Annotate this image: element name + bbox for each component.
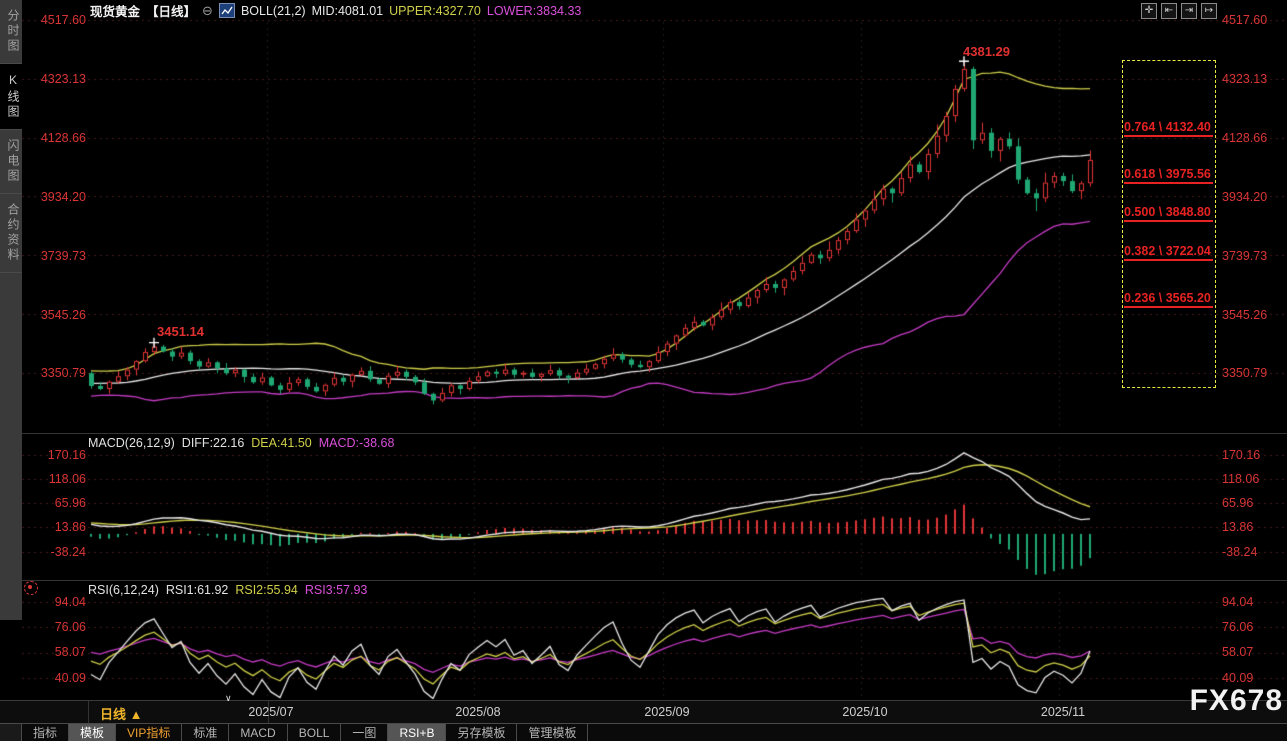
macd-axis-label: 65.96	[1222, 496, 1253, 510]
tab-manage-template[interactable]: 管理模板	[517, 724, 588, 741]
tab-rsi-b[interactable]: RSI+B	[388, 724, 446, 741]
price-axis-label: 3739.73	[1222, 249, 1267, 263]
tab-indicators[interactable]: 指标	[22, 724, 69, 741]
rsi3-value: RSI3:57.93	[305, 583, 368, 597]
macd-axis-label: -38.24	[26, 545, 86, 559]
macd-axis-label: 118.06	[26, 472, 86, 486]
rsi-title: RSI(6,12,24)	[88, 583, 159, 597]
price-axis-label: 3350.79	[26, 366, 86, 380]
rsi-axis-label: 76.06	[1222, 620, 1253, 634]
price-axis-label: 4323.13	[1222, 72, 1267, 86]
tab-macd[interactable]: MACD	[229, 724, 287, 741]
price-axis-label: 3739.73	[26, 249, 86, 263]
rsi-axis-label: 40.09	[26, 671, 86, 685]
date-label: 2025/08	[455, 705, 500, 719]
peak-price-label: 4381.29	[963, 44, 1010, 59]
date-label: 2025/11	[1041, 705, 1085, 719]
price-axis-label: 3934.20	[26, 190, 86, 204]
macd-axis-label: 13.86	[26, 520, 86, 534]
rsi-header: RSI(6,12,24) RSI1:61.92 RSI2:55.94 RSI3:…	[88, 583, 367, 597]
tab-vip-indicators[interactable]: VIP指标	[116, 724, 182, 741]
fib-level: 0.764 \ 4132.40	[1124, 120, 1213, 137]
panel-divider	[22, 580, 1287, 581]
scroll-position-marker: ∨	[225, 693, 232, 704]
boll-upper-value: UPPER:4327.70	[389, 4, 481, 18]
date-label: 2025/07	[248, 705, 293, 719]
macd-header: MACD(26,12,9) DIFF:22.16 DEA:41.50 MACD:…	[88, 436, 394, 450]
fx678-watermark: FX678	[1190, 684, 1283, 718]
price-axis-label: 3934.20	[1222, 190, 1267, 204]
indicator-toolbar: 指标 模板 VIP指标 标准 MACD BOLL 一图 RSI+B 另存模板 管…	[0, 723, 1287, 741]
chart-header: 现货黄金 【日线】 ⊖ BOLL(21,2) MID:4081.01 UPPER…	[90, 2, 581, 19]
fib-retracement-box[interactable]	[1122, 60, 1216, 388]
jump-latest-icon[interactable]: ↦	[1201, 3, 1217, 19]
snap-right-icon[interactable]: ⇥	[1181, 3, 1197, 19]
price-axis-label: 4517.60	[1222, 13, 1267, 27]
macd-axis-label: 170.16	[26, 448, 86, 462]
rsi2-value: RSI2:55.94	[235, 583, 298, 597]
tab-templates[interactable]: 模板	[69, 724, 116, 741]
symbol-name: 现货黄金	[90, 1, 140, 20]
macd-axis-label: 13.86	[1222, 520, 1253, 534]
toolbar-corner	[0, 724, 22, 741]
snap-left-icon[interactable]: ⇤	[1161, 3, 1177, 19]
macd-axis-label: 170.16	[1222, 448, 1260, 462]
macd-axis-label: 118.06	[1222, 472, 1259, 486]
macd-dea-value: DEA:41.50	[251, 436, 311, 450]
boll-params: BOLL(21,2)	[241, 4, 306, 18]
rsi-axis-label: 94.04	[1222, 595, 1253, 609]
rsi-axis-label: 76.06	[26, 620, 86, 634]
fib-level: 0.382 \ 3722.04	[1124, 244, 1213, 261]
rsi-axis-label: 94.04	[26, 595, 86, 609]
period-tag: 【日线】	[146, 1, 196, 20]
macd-value: MACD:-38.68	[319, 436, 395, 450]
tab-save-template[interactable]: 另存模板	[446, 724, 517, 741]
fib-level: 0.618 \ 3975.56	[1124, 167, 1213, 184]
price-axis-label: 4517.60	[26, 13, 86, 27]
rsi1-value: RSI1:61.92	[166, 583, 229, 597]
collapse-icon[interactable]: ⊖	[202, 3, 213, 19]
rsi-axis-label: 58.07	[1222, 645, 1253, 659]
price-axis-label: 3545.26	[26, 308, 86, 322]
sidebar-item-lightning[interactable]: 闪电图	[0, 130, 22, 194]
june-high-label: 3451.14	[157, 324, 204, 339]
macd-diff-value: DIFF:22.16	[182, 436, 245, 450]
price-axis-label: 4323.13	[26, 72, 86, 86]
boll-chart-icon[interactable]	[219, 3, 235, 18]
price-axis-label: 4128.66	[26, 131, 86, 145]
sidebar-item-contract-info[interactable]: 合约资料	[0, 194, 22, 273]
tab-standard[interactable]: 标准	[182, 724, 229, 741]
boll-mid-value: MID:4081.01	[312, 4, 384, 18]
tab-boll[interactable]: BOLL	[288, 724, 342, 741]
time-axis: 日线 ▲ 2025/07 2025/08 2025/09 2025/10 202…	[0, 700, 1287, 723]
pan-icon[interactable]: ✛	[1141, 3, 1157, 19]
chart-type-sidebar: 分时图 K线图 闪电图 合约资料	[0, 0, 22, 620]
sidebar-item-timeshare[interactable]: 分时图	[0, 0, 22, 64]
fib-level: 0.236 \ 3565.20	[1124, 291, 1213, 308]
price-axis-label: 4128.66	[1222, 131, 1267, 145]
sidebar-item-kline[interactable]: K线图	[0, 64, 22, 130]
macd-axis-label: -38.24	[1222, 545, 1257, 559]
fib-level: 0.500 \ 3848.80	[1124, 205, 1213, 222]
date-label: 2025/09	[644, 705, 689, 719]
tab-one-chart[interactable]: 一图	[341, 724, 388, 741]
macd-title: MACD(26,12,9)	[88, 436, 175, 450]
period-selector[interactable]: 日线 ▲	[100, 704, 142, 723]
chart-toolbar: ✛ ⇤ ⇥ ↦	[1141, 3, 1217, 19]
chart-app: 分时图 K线图 闪电图 合约资料 现货黄金 【日线】 ⊖ BOLL(21,2) …	[0, 0, 1287, 741]
price-axis-label: 3545.26	[1222, 308, 1267, 322]
rsi-axis-label: 40.09	[1222, 671, 1253, 685]
boll-lower-value: LOWER:3834.33	[487, 4, 582, 18]
rsi-axis-label: 58.07	[26, 645, 86, 659]
drawing-anchor-icon[interactable]	[24, 581, 38, 595]
panel-divider	[22, 433, 1287, 434]
macd-axis-label: 65.96	[26, 496, 86, 510]
price-axis-label: 3350.79	[1222, 366, 1267, 380]
date-label: 2025/10	[842, 705, 887, 719]
